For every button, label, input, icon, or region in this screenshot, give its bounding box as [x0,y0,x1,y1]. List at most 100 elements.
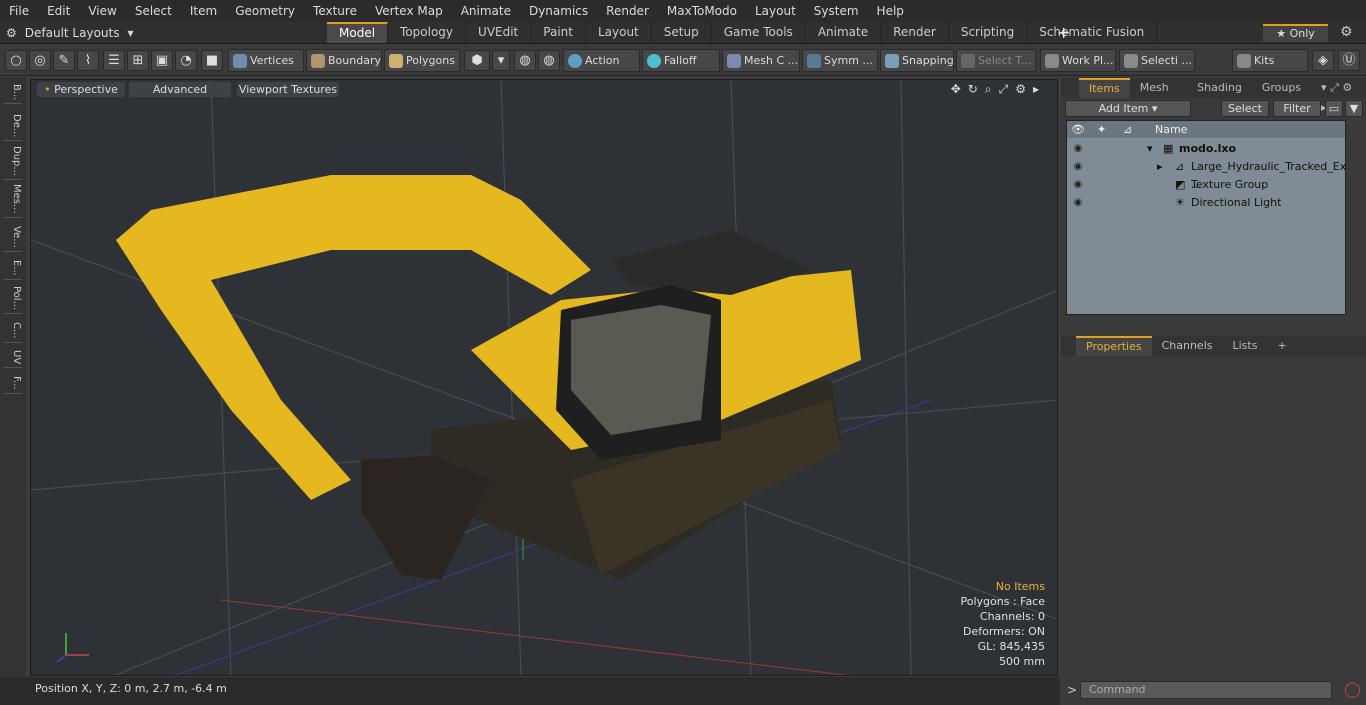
kits-button[interactable]: Kits [1232,49,1308,72]
tree-item-mesh[interactable]: ◉ ▸ ⊿ Large_Hydraulic_Tracked_Ex ... [1067,158,1347,191]
tab-lists[interactable]: Lists [1223,336,1268,356]
menu-texture[interactable]: Texture [304,0,366,22]
tab-schematic-fusion[interactable]: Schematic Fusion [1027,22,1158,43]
3d-viewport[interactable]: • Perspective Advanced Viewport Textures… [30,79,1058,676]
menu-vertex-map[interactable]: Vertex Map [366,0,452,22]
layouts-dropdown[interactable]: ⚙ Default Layouts ▾ [6,22,134,44]
eye-icon[interactable]: ◉ [1071,140,1085,158]
circle-select-icon[interactable]: ○ [5,50,27,71]
menu-help[interactable]: Help [868,0,913,22]
panel-options-icon[interactable]: ▾ ⤢ ⚙ ▸ [1311,78,1366,114]
add-tab-icon[interactable]: + [1267,336,1296,356]
gear-icon[interactable]: ⚙ [1015,82,1026,97]
tab-animate[interactable]: Animate [806,22,882,43]
zoom-icon[interactable]: ⌕ [985,82,992,97]
tab-scripting[interactable]: Scripting [949,22,1028,43]
action-button[interactable]: Action [563,49,640,72]
menu-geometry[interactable]: Geometry [226,0,304,22]
left-tab-vertex[interactable]: Ve... [4,223,22,252]
tab-shading[interactable]: Shading [1187,78,1252,98]
add-item-button[interactable]: Add Item ▾ [1065,100,1191,117]
align-icon[interactable]: ☰ [103,50,125,71]
brush-icon[interactable]: ⌇ [77,50,99,71]
tab-setup[interactable]: Setup [652,22,712,43]
advanced-button[interactable]: Advanced [129,82,231,97]
tab-items[interactable]: Items [1079,78,1130,98]
left-tab-mesh-edit[interactable]: Mes... [4,181,22,218]
timer-icon[interactable]: ◔ [175,50,197,71]
menu-render[interactable]: Render [597,0,658,22]
chevron-down-icon[interactable]: ▾ [492,50,510,71]
maximize-icon[interactable]: ⤢ [999,82,1009,97]
command-input[interactable]: Command [1080,681,1332,699]
soccer-icon[interactable]: ◍ [538,50,560,71]
left-tab-uv[interactable]: UV [4,347,22,369]
square-icon[interactable]: ▣ [151,50,173,71]
expand-arrow-icon[interactable]: ▾ [1147,140,1153,158]
expand-arrow-icon[interactable]: ▸ [1157,158,1163,176]
menu-dynamics[interactable]: Dynamics [520,0,597,22]
gear-icon[interactable]: ⚙ [1340,24,1353,40]
tab-channels[interactable]: Channels [1152,336,1223,356]
filter-button[interactable]: Filter [1273,100,1321,117]
pen-tool-icon[interactable]: ✎ [53,50,75,71]
tab-mesh[interactable]: Mesh ... [1130,78,1187,114]
falloff-button[interactable]: Falloff [642,49,720,72]
mesh-constraints-button[interactable]: Mesh C ... [722,49,800,72]
tab-groups[interactable]: Groups [1252,78,1311,98]
select-through-button[interactable]: Select T... [956,49,1036,72]
tab-layout[interactable]: Layout [586,22,652,43]
unreal-icon[interactable]: Ⓤ [1338,50,1360,71]
tab-game-tools[interactable]: Game Tools [712,22,806,43]
tab-topology[interactable]: Topology [388,22,467,43]
menu-edit[interactable]: Edit [38,0,79,22]
tab-uvedit[interactable]: UVEdit [466,22,532,43]
eye-icon[interactable]: ◉ [1071,176,1085,194]
menu-system[interactable]: System [805,0,868,22]
menu-item[interactable]: Item [181,0,226,22]
viewport-textures-button[interactable]: Viewport Textures [237,82,339,97]
item-mode-icon[interactable]: ⬢ [464,50,490,71]
work-plane-button[interactable]: Work Pl... [1040,49,1116,72]
cube-icon[interactable]: ■ [201,50,223,71]
menu-select[interactable]: Select [126,0,181,22]
menu-maxtomodo[interactable]: MaxToModo [658,0,746,22]
left-tab-basic[interactable]: B... [4,81,22,105]
eye-icon[interactable]: ◉ [1071,158,1085,176]
only-toggle[interactable]: ★ Only [1263,24,1328,42]
menu-layout[interactable]: Layout [746,0,805,22]
tree-item-texture-group[interactable]: ◉ ◩ Texture Group [1067,176,1345,194]
record-icon[interactable]: ◯ [1344,680,1361,698]
left-tab-curve[interactable]: C... [4,319,22,343]
left-tab-fusion[interactable]: F... [4,373,22,394]
rotate-view-icon[interactable]: ↻ [968,82,978,97]
tab-model[interactable]: Model [327,22,389,43]
collapse-icon[interactable]: ▭ [1325,100,1343,117]
selection-sets-button[interactable]: Selecti ... [1119,49,1195,72]
menu-animate[interactable]: Animate [452,0,520,22]
left-tab-deform[interactable]: De... [4,111,22,142]
funnel-icon[interactable]: ▼ [1345,100,1363,117]
snapping-button[interactable]: Snapping [880,49,954,72]
tree-item-scene[interactable]: ◉ ▾ ▦ modo.lxo [1067,140,1345,158]
left-tab-polygon[interactable]: Pol... [4,283,22,315]
play-arrow-icon[interactable]: ▸ [1033,82,1039,97]
move-view-icon[interactable]: ✥ [951,82,961,97]
left-tab-duplicate[interactable]: Dup... [4,143,22,180]
tab-properties[interactable]: Properties [1076,336,1152,356]
menu-file[interactable]: File [0,0,38,22]
perspective-button[interactable]: • Perspective [37,82,125,97]
polygons-button[interactable]: Polygons [384,49,460,72]
unity-icon[interactable]: ◈ [1312,50,1334,71]
eye-icon[interactable]: ◉ [1071,194,1085,212]
tab-render[interactable]: Render [881,22,949,43]
menu-view[interactable]: View [79,0,125,22]
tab-paint[interactable]: Paint [531,22,586,43]
name-column-header[interactable]: Name [1155,121,1187,138]
add-tab-icon[interactable]: + [1057,22,1070,44]
left-tab-edge[interactable]: E... [4,257,22,280]
select-button[interactable]: Select [1221,100,1269,117]
boundary-button[interactable]: Boundary [306,49,382,72]
globe-icon[interactable]: ◎ [29,50,51,71]
symmetry-button[interactable]: Symm ... [802,49,878,72]
